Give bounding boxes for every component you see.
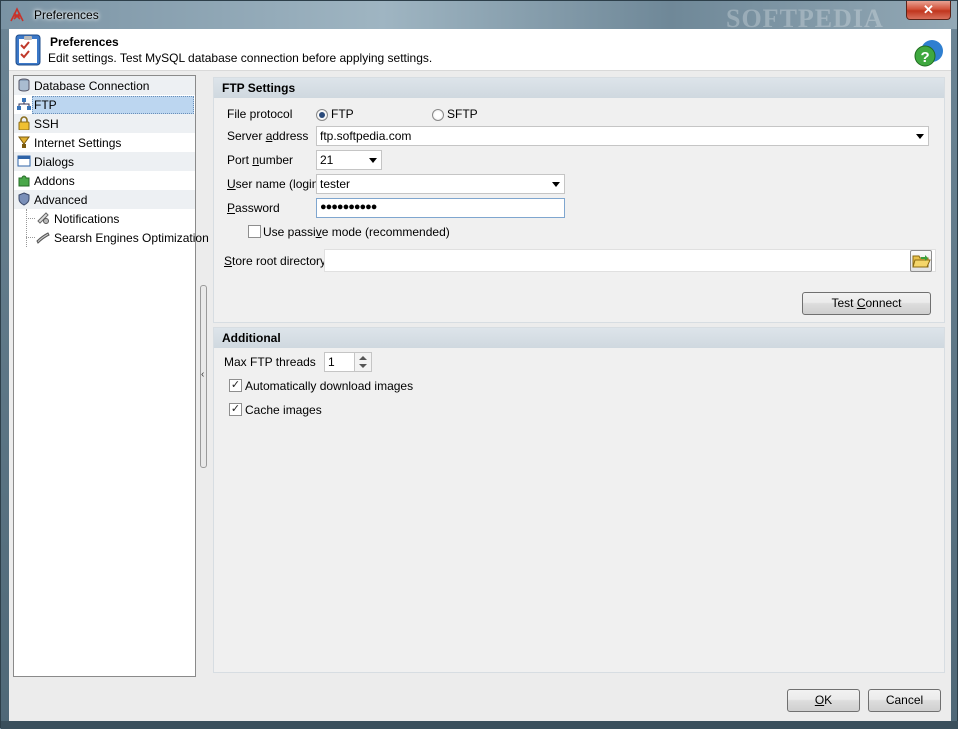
sidebar-item-label: Notifications	[54, 212, 120, 226]
sidebar-item-label: Searsh Engines Optimization	[54, 231, 209, 245]
password-label: Password	[227, 201, 280, 215]
preferences-window: Preferences SOFTPEDIA ✕ Preferences Edit…	[0, 0, 958, 729]
spin-up-icon[interactable]	[359, 356, 367, 360]
globe-icon	[18, 136, 30, 148]
server-address-label: Server address	[227, 129, 309, 143]
app-icon	[10, 7, 24, 22]
max-ftp-threads-input[interactable]: 1	[324, 352, 356, 372]
passive-mode-checkbox[interactable]	[248, 225, 261, 238]
search-engine-icon	[36, 232, 50, 244]
title-bar[interactable]: Preferences SOFTPEDIA ✕	[1, 1, 957, 33]
network-icon	[17, 98, 31, 110]
spin-down-icon[interactable]	[359, 364, 367, 368]
sidebar-item-label: Advanced	[34, 193, 88, 207]
chevron-down-icon[interactable]	[369, 158, 377, 163]
radio-ftp[interactable]	[316, 109, 328, 121]
sidebar-item-label: Database Connection	[34, 79, 150, 93]
radio-sftp-label[interactable]: SFTP	[447, 107, 478, 121]
radio-ftp-label[interactable]: FTP	[331, 107, 354, 121]
port-number-combo[interactable]: 21	[316, 150, 382, 170]
port-number-value: 21	[320, 153, 334, 167]
collapse-arrow-icon[interactable]: ‹	[201, 369, 204, 380]
threads-spinner[interactable]	[354, 352, 372, 372]
sidebar-item-label: Internet Settings	[34, 136, 122, 150]
max-ftp-threads-label: Max FTP threads	[224, 355, 316, 369]
sidebar-item-internet-settings[interactable]: Internet Settings	[14, 133, 195, 152]
ok-button[interactable]: OK	[787, 689, 860, 712]
cache-images-checkbox[interactable]: ✓	[229, 403, 242, 416]
cache-images-label[interactable]: Cache images	[245, 403, 322, 417]
sidebar-item-label: FTP	[32, 96, 194, 114]
database-icon	[18, 78, 30, 92]
folder-open-icon	[912, 255, 931, 268]
sidebar-item-database-connection[interactable]: Database Connection	[14, 76, 195, 95]
port-number-label: Port number	[227, 153, 294, 167]
user-name-value: tester	[320, 177, 351, 191]
additional-heading: Additional	[214, 328, 944, 348]
shield-icon	[18, 192, 30, 206]
svg-text:?: ?	[921, 49, 930, 66]
header-title: Preferences	[50, 35, 119, 49]
user-name-combo[interactable]: tester	[316, 174, 565, 194]
sidebar-item-seo[interactable]: Searsh Engines Optimization	[14, 228, 209, 247]
store-root-input[interactable]	[324, 249, 936, 272]
dialog-header: Preferences Edit settings. Test MySQL da…	[9, 29, 951, 71]
user-name-label: User name (login)	[227, 177, 323, 191]
help-icon[interactable]: ?	[913, 38, 945, 68]
chevron-down-icon[interactable]	[552, 182, 560, 187]
notification-icon	[37, 212, 49, 224]
sidebar-item-label: SSH	[34, 117, 59, 131]
lock-icon	[18, 116, 30, 130]
dialog-icon	[17, 155, 31, 167]
sidebar-item-dialogs[interactable]: Dialogs	[14, 152, 195, 171]
puzzle-icon	[18, 175, 30, 187]
file-protocol-label: File protocol	[227, 107, 293, 121]
sidebar-item-advanced[interactable]: Advanced	[14, 190, 195, 209]
auto-download-checkbox[interactable]: ✓	[229, 379, 242, 392]
radio-sftp[interactable]	[432, 109, 444, 121]
test-connect-button[interactable]: Test Connect	[802, 292, 931, 315]
store-root-label: Store root directory	[224, 254, 327, 268]
server-address-combo[interactable]: ftp.softpedia.com	[316, 126, 929, 146]
sidebar-item-notifications[interactable]: Notifications	[14, 209, 195, 228]
auto-download-label[interactable]: Automatically download images	[245, 379, 413, 393]
chevron-down-icon[interactable]	[916, 134, 924, 139]
ftp-settings-heading: FTP Settings	[214, 78, 944, 98]
server-address-value: ftp.softpedia.com	[320, 129, 412, 143]
browse-folder-button[interactable]	[910, 250, 932, 272]
header-subtitle: Edit settings. Test MySQL database conne…	[48, 51, 433, 65]
sidebar-item-ssh[interactable]: SSH	[14, 114, 195, 133]
sidebar-item-label: Addons	[34, 174, 75, 188]
passive-mode-label[interactable]: Use passive mode (recommended)	[263, 225, 450, 239]
password-field[interactable]: ●●●●●●●●●●	[316, 198, 565, 218]
sidebar-item-label: Dialogs	[34, 155, 75, 169]
checklist-icon	[15, 34, 41, 66]
window-title: Preferences	[34, 8, 99, 22]
sidebar-item-addons[interactable]: Addons	[14, 171, 195, 190]
dialog-client-area: Preferences Edit settings. Test MySQL da…	[9, 29, 951, 721]
close-button[interactable]: ✕	[906, 1, 951, 20]
settings-tree[interactable]: Database Connection FTP SSH Internet Set…	[13, 75, 209, 677]
cancel-button[interactable]: Cancel	[868, 689, 941, 712]
sidebar-item-ftp[interactable]: FTP	[14, 95, 195, 114]
